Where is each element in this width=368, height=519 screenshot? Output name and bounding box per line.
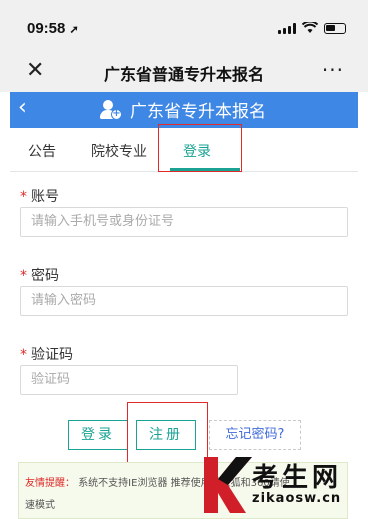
forgot-password-link[interactable]: 忘记密码? <box>209 420 301 450</box>
battery-icon <box>324 22 346 34</box>
account-label: * 账号 <box>20 189 59 205</box>
captcha-input[interactable]: 验证码 <box>20 365 238 395</box>
signal-icon <box>278 22 296 34</box>
password-label: * 密码 <box>20 268 59 284</box>
captcha-label: * 验证码 <box>20 347 73 363</box>
location-arrow-icon: ➚ <box>69 24 79 36</box>
window-titlebar: ✕ 广东省普通专升本报名 ··· <box>0 52 368 92</box>
k-logo-icon <box>204 457 252 513</box>
notice-title: 友情提醒： <box>25 478 75 489</box>
wifi-icon <box>302 22 318 33</box>
tab-schools[interactable]: 院校专业 <box>91 141 147 161</box>
watermark-logo: 考生网 zikaosw.cn <box>200 455 360 515</box>
page-title-text: 广东省专升本报名 <box>130 102 266 122</box>
page-header: ‹ + 广东省专升本报名 <box>10 92 358 128</box>
status-icons <box>278 22 346 34</box>
tab-announcement[interactable]: 公告 <box>28 141 56 161</box>
highlight-box-login-tab <box>158 124 242 172</box>
back-icon[interactable]: ‹ <box>18 95 27 120</box>
more-options-icon[interactable]: ··· <box>322 58 344 82</box>
status-time: 09:58 ➚ <box>27 20 79 37</box>
status-bar: 09:58 ➚ <box>0 0 368 52</box>
watermark-url: zikaosw.cn <box>252 491 342 506</box>
user-add-icon: + <box>100 99 122 121</box>
page-title: + 广东省专升本报名 <box>100 97 266 122</box>
watermark-brand: 考生网 <box>252 463 343 493</box>
login-button[interactable]: 登录 <box>68 420 128 450</box>
window-title: 广东省普通专升本报名 <box>103 65 264 84</box>
notice-text: 系统不支持IE浏览器 推荐使用 <box>78 478 211 489</box>
highlight-box-register <box>127 402 208 464</box>
account-input[interactable]: 请输入手机号或身份证号 <box>20 207 348 237</box>
notice-line2: 速模式 <box>25 500 55 511</box>
password-input[interactable]: 请输入密码 <box>20 286 348 316</box>
